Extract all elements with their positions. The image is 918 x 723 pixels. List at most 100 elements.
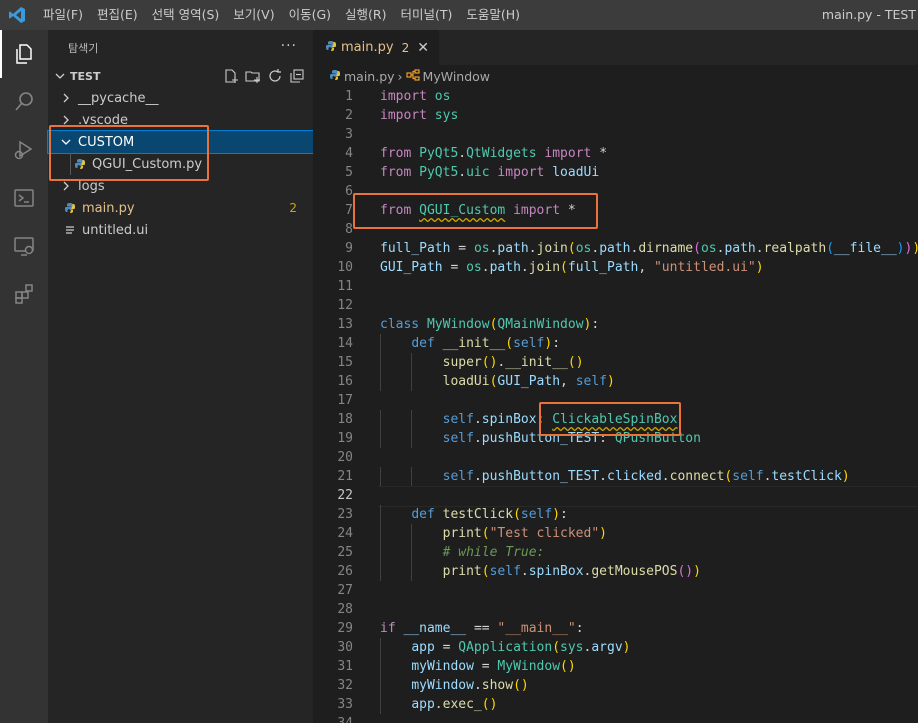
run-debug-icon[interactable] [0, 126, 48, 174]
code-text: app = QApplication(sys.argv) [411, 640, 631, 655]
tree-folder-pycache[interactable]: __pycache__ [48, 87, 313, 109]
menu-view[interactable]: 보기(V) [226, 0, 281, 30]
code-text: GUI_Path = os.path.join(full_Path, "unti… [380, 260, 764, 275]
code-line[interactable]: 7 from QGUI_Custom import * [313, 201, 918, 220]
tree-file-qgui-custom[interactable]: QGUI_Custom.py [48, 153, 313, 175]
menu-terminal[interactable]: 터미널(T) [394, 0, 460, 30]
code-line[interactable]: 20 [313, 448, 918, 467]
code-text: myWindow.show() [411, 678, 529, 693]
code-line[interactable]: 10 GUI_Path = os.path.join(full_Path, "un… [313, 258, 918, 277]
refresh-icon[interactable] [267, 68, 283, 87]
menu-selection[interactable]: 선택 영역(S) [145, 0, 227, 30]
code-line[interactable]: 29 if __name__ == "__main__": [313, 619, 918, 638]
code-line[interactable]: 16 loadUi(GUI_Path, self) [313, 372, 918, 391]
menu-help[interactable]: 도움말(H) [459, 0, 527, 30]
new-file-icon[interactable] [223, 68, 239, 87]
code-line[interactable]: 1 import os [313, 87, 918, 106]
line-number: 9 [345, 241, 353, 256]
code-text: def testClick(self): [411, 507, 568, 522]
code-line[interactable]: 13 class MyWindow(QMainWindow): [313, 315, 918, 334]
menu-go[interactable]: 이동(G) [282, 0, 338, 30]
collapse-all-icon[interactable] [289, 68, 305, 87]
code-line[interactable]: 3 [313, 125, 918, 144]
line-number: 28 [337, 602, 353, 617]
line-number: 31 [337, 659, 353, 674]
code-line[interactable]: 31 myWindow = MyWindow() [313, 657, 918, 676]
line-number: 24 [337, 526, 353, 541]
chevron-down-icon [58, 137, 74, 147]
menu-run[interactable]: 실행(R) [338, 0, 393, 30]
code-line[interactable]: 15 super().__init__() [313, 353, 918, 372]
menu-edit[interactable]: 편집(E) [90, 0, 145, 30]
code-line[interactable]: 30 app = QApplication(sys.argv) [313, 638, 918, 657]
terminal-icon[interactable] [0, 174, 48, 222]
line-number: 5 [345, 165, 353, 180]
tree-folder-vscode[interactable]: .vscode [48, 109, 313, 131]
line-number: 23 [337, 507, 353, 522]
tree-item-label: main.py [82, 200, 135, 216]
code-line[interactable]: 28 [313, 600, 918, 619]
explorer-icon[interactable] [0, 30, 48, 78]
tree-file-untitled-ui[interactable]: untitled.ui [48, 219, 313, 241]
class-symbol-icon [405, 68, 420, 84]
remote-explorer-icon[interactable] [0, 222, 48, 270]
code-line[interactable]: 24 print("Test clicked") [313, 524, 918, 543]
more-actions-icon[interactable]: ··· [281, 38, 297, 54]
tree-item-label: QGUI_Custom.py [92, 156, 203, 172]
line-number: 27 [337, 583, 353, 598]
tab-main-py[interactable]: main.py 2 ✕ [313, 30, 439, 65]
vscode-logo-icon [0, 0, 34, 30]
code-line[interactable]: 17 [313, 391, 918, 410]
code-line[interactable]: 8 [313, 220, 918, 239]
code-line[interactable]: 9 full_Path = os.path.join(os.path.dirnam… [313, 239, 918, 258]
python-file-icon [62, 202, 78, 214]
line-number: 32 [337, 678, 353, 693]
explorer-header: 탐색기 ··· [48, 30, 313, 65]
code-line[interactable]: 11 [313, 277, 918, 296]
code-text: class MyWindow(QMainWindow): [380, 317, 600, 332]
code-text: def __init__(self): [411, 336, 561, 351]
explorer-title: 탐색기 [68, 41, 99, 55]
breadcrumb-file[interactable]: main.py [344, 69, 395, 84]
breadcrumb-symbol[interactable]: MyWindow [423, 69, 490, 84]
code-line[interactable]: 22 [313, 486, 918, 507]
indent-guide [70, 153, 71, 175]
code-line[interactable]: 33 app.exec_() [313, 695, 918, 714]
code-line[interactable]: 27 [313, 581, 918, 600]
tree-folder-logs[interactable]: logs [48, 175, 313, 197]
code-line[interactable]: 25 # while True: [313, 543, 918, 562]
line-number: 25 [337, 545, 353, 560]
problems-badge: 2 [289, 201, 297, 215]
close-icon[interactable]: ✕ [417, 40, 429, 56]
code-line[interactable]: 19 self.pushButton_TEST: QPushButton [313, 429, 918, 448]
code-line[interactable]: 21 self.pushButton_TEST.clicked.connect(… [313, 467, 918, 486]
line-number: 19 [337, 431, 353, 446]
code-line[interactable]: 2 import sys [313, 106, 918, 125]
extensions-icon[interactable] [0, 270, 48, 318]
line-number: 8 [345, 222, 353, 237]
tree-folder-custom[interactable]: CUSTOM [47, 130, 314, 154]
code-editor[interactable]: 1 import os 2 import sys 3 4 from PyQt5.QtWidg… [313, 87, 918, 723]
code-line[interactable]: 5 from PyQt5.uic import loadUi [313, 163, 918, 182]
menu-file[interactable]: 파일(F) [36, 0, 90, 30]
code-text: myWindow = MyWindow() [411, 659, 576, 674]
code-line[interactable]: 26 print(self.spinBox.getMousePOS()) [313, 562, 918, 581]
code-line[interactable]: 12 [313, 296, 918, 315]
code-line[interactable]: 18 self.spinBox: ClickableSpinBox [313, 410, 918, 429]
title-bar: 파일(F) 편집(E) 선택 영역(S) 보기(V) 이동(G) 실행(R) 터… [0, 0, 918, 30]
new-folder-icon[interactable] [245, 68, 261, 87]
code-line[interactable]: 34 [313, 714, 918, 723]
code-text: self.pushButton_TEST.clicked.connect(sel… [442, 469, 850, 484]
code-text: loadUi(GUI_Path, self) [442, 374, 615, 389]
code-line[interactable]: 4 from PyQt5.QtWidgets import * [313, 144, 918, 163]
code-line[interactable]: 14 def __init__(self): [313, 334, 918, 353]
chevron-right-icon [58, 93, 74, 103]
line-number: 22 [337, 488, 353, 503]
tree-file-main-py[interactable]: main.py 2 [48, 197, 313, 219]
code-line[interactable]: 23 def testClick(self): [313, 505, 918, 524]
workspace-section[interactable]: TEST [48, 65, 313, 87]
tree-item-label: untitled.ui [82, 222, 149, 238]
search-icon[interactable] [0, 78, 48, 126]
code-line[interactable]: 32 myWindow.show() [313, 676, 918, 695]
code-line[interactable]: 6 [313, 182, 918, 201]
